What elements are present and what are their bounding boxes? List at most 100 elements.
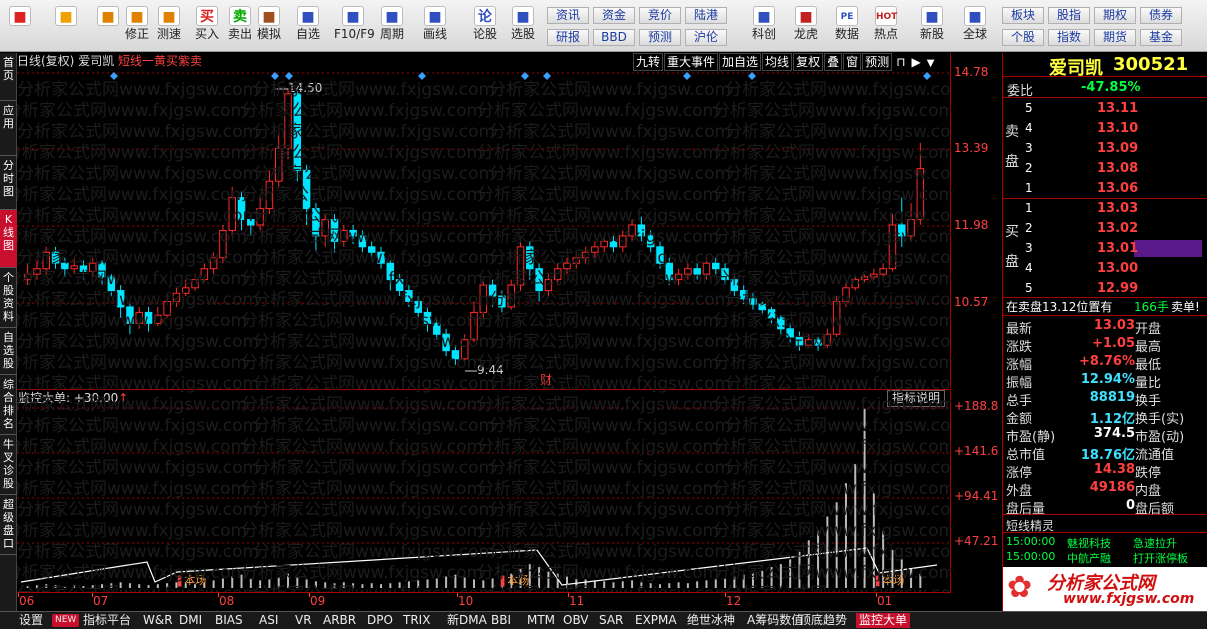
toolbar-button-15[interactable]: ■ 龙虎 (790, 4, 822, 48)
toolbar-button-18[interactable]: ■ 新股 (916, 4, 948, 48)
toolbar-button-10[interactable]: ■ 周期 (376, 4, 408, 48)
left-nav-item-1[interactable]: 应用 (0, 101, 17, 156)
indicator-tab-20[interactable]: 监控大单 (856, 613, 911, 628)
toolbar-button-6[interactable]: 卖卖出 (224, 4, 256, 48)
toolbar-button-19[interactable]: ■ 全球 (959, 4, 991, 48)
chart-tool-2[interactable]: 加自选 (719, 53, 762, 71)
candle (98, 260, 106, 286)
indicator-tab-11[interactable]: 新DMA (444, 613, 490, 628)
buy-price[interactable]: 12.99 (1097, 281, 1138, 296)
chart-tool-0[interactable]: 九转 (633, 53, 664, 71)
sell-price[interactable]: 13.11 (1097, 101, 1138, 116)
left-nav-item-7[interactable]: 牛叉诊股 (0, 435, 17, 495)
quick-button-陆港[interactable]: 陆港 (685, 7, 727, 24)
quick-button-预测[interactable]: 预测 (639, 29, 681, 46)
left-nav-item-2[interactable]: 分时图 (0, 156, 17, 210)
sub-indicator-chart[interactable]: 监控大单: +30.00↑ 指标说明 ❚本场 ❚本场 ❚本场 (17, 389, 951, 592)
candle (888, 214, 897, 272)
left-nav-item-4[interactable]: 个股资料 (0, 268, 17, 328)
indicator-tab-8[interactable]: ARBR (320, 613, 359, 628)
indicator-tab-2[interactable]: 指标平台 (80, 613, 134, 628)
quick-button-竞价[interactable]: 竞价 (639, 7, 681, 24)
indicator-tab-10[interactable]: TRIX (400, 613, 433, 628)
toolbar-button-9[interactable]: ■ F10/F9 (334, 4, 375, 48)
buy-price[interactable]: 13.00 (1097, 261, 1138, 276)
toolbar-button-3[interactable]: ■ 修正 (121, 4, 153, 48)
left-nav-item-6[interactable]: 综合排名 (0, 375, 17, 435)
indicator-tab-17[interactable]: 绝世冰神 (684, 613, 738, 628)
toolbar-button-16[interactable]: PE 数据 (831, 4, 863, 48)
elf-time: 15:00:00 (1006, 535, 1056, 548)
indicator-tab-1[interactable]: NEW (52, 614, 80, 627)
buy-price[interactable]: 13.03 (1097, 201, 1138, 216)
quick-button-债券[interactable]: 债券 (1140, 7, 1182, 24)
toolbar-button-7[interactable]: ■ 模拟 (253, 4, 285, 48)
candle (228, 186, 236, 236)
sell-price[interactable]: 13.09 (1097, 141, 1138, 156)
quick-button-期权[interactable]: 期权 (1094, 7, 1136, 24)
candle (70, 257, 78, 275)
sell-price[interactable]: 13.06 (1097, 181, 1138, 196)
chart-tool-3[interactable]: 均线 (762, 53, 793, 71)
indicator-tab-4[interactable]: DMI (176, 613, 205, 628)
event-diamond-icon (748, 72, 756, 80)
quick-button-指数[interactable]: 指数 (1048, 29, 1090, 46)
indicator-tab-6[interactable]: ASI (256, 613, 281, 628)
left-nav-item-8[interactable]: 超级盘口 (0, 495, 17, 555)
chart-tool-6[interactable]: 窗 (843, 53, 862, 71)
toolbar-button-12[interactable]: 论论股 (469, 4, 501, 48)
cai-marker[interactable]: 财 (540, 371, 552, 388)
quick-button-基金[interactable]: 基金 (1140, 29, 1182, 46)
elf-stock[interactable]: 魅视科技 (1067, 535, 1111, 551)
buy-price[interactable]: 13.01 (1097, 241, 1138, 256)
quick-button-研报[interactable]: 研报 (547, 29, 589, 46)
quick-button-资金[interactable]: 资金 (593, 7, 635, 24)
quick-button-期货[interactable]: 期货 (1094, 29, 1136, 46)
left-nav-item-3[interactable]: K线图 (0, 210, 17, 268)
toolbar-button-5[interactable]: 买买入 (191, 4, 223, 48)
indicator-tab-13[interactable]: MTM (524, 613, 558, 628)
indicator-tab-19[interactable]: 顶底趋势 (796, 613, 850, 628)
left-nav-item-5[interactable]: 自选股 (0, 328, 17, 375)
toolbar-button-17[interactable]: HOT 热点 (870, 4, 902, 48)
indicator-tab-12[interactable]: BBI (488, 613, 514, 628)
toolbar-button-13[interactable]: ■ 选股 (507, 4, 539, 48)
quick-button-BBD[interactable]: BBD (593, 29, 635, 46)
expand-icon[interactable]: ▶ (909, 55, 924, 69)
toolbar-button-1[interactable]: ■ (50, 4, 82, 48)
quick-button-资讯[interactable]: 资讯 (547, 7, 589, 24)
indicator-tab-14[interactable]: OBV (560, 613, 592, 628)
indicator-tab-16[interactable]: EXPMA (632, 613, 680, 628)
chart-period: 日线(复权) (17, 54, 75, 68)
buy-price[interactable]: 13.02 (1097, 221, 1138, 236)
toolbar-button-0[interactable]: ■ (4, 4, 36, 48)
toolbar-button-8[interactable]: ■ 自选 (292, 4, 324, 48)
indicator-tab-15[interactable]: SAR (596, 613, 626, 628)
toolbar-button-2[interactable]: ■ (92, 4, 124, 48)
quick-button-沪伦[interactable]: 沪伦 (685, 29, 727, 46)
lock-icon[interactable]: ⊓ (893, 55, 908, 69)
indicator-tab-7[interactable]: VR (292, 613, 315, 628)
chart-tool-1[interactable]: 重大事件 (664, 53, 719, 71)
chart-tool-5[interactable]: 叠 (824, 53, 843, 71)
quick-button-个股[interactable]: 个股 (1002, 29, 1044, 46)
indicator-help-button[interactable]: 指标说明 (887, 390, 945, 407)
indicator-tab-3[interactable]: W&R (140, 613, 176, 628)
dropdown-icon[interactable]: ▼ (924, 58, 938, 69)
toolbar-button-4[interactable]: ■ 测速 (153, 4, 185, 48)
elf-stock[interactable]: 中航产融 (1067, 550, 1111, 566)
toolbar-button-14[interactable]: ■ 科创 (748, 4, 780, 48)
chart-tool-4[interactable]: 复权 (793, 53, 824, 71)
kline-chart[interactable]: 日线(复权) 爱司凯 短线一黄买紫卖 九转 重大事件 加自选 均线 复权叠窗预测 ⊓ ▶ ▼ … (17, 53, 951, 388)
quick-button-板块[interactable]: 板块 (1002, 7, 1044, 24)
quick-button-股指[interactable]: 股指 (1048, 7, 1090, 24)
indicator-tab-9[interactable]: DPO (364, 613, 396, 628)
indicator-tab-0[interactable]: 设置 (16, 613, 46, 628)
indicator-tab-5[interactable]: BIAS (212, 613, 246, 628)
chart-tool-7[interactable]: 预测 (862, 53, 893, 71)
sell-price[interactable]: 13.08 (1097, 161, 1138, 176)
toolbar-button-11[interactable]: ■ 画线 (419, 4, 451, 48)
up-down-arrows-icon: ■ (97, 6, 119, 26)
sell-price[interactable]: 13.10 (1097, 121, 1138, 136)
left-nav-item-0[interactable]: 首页 (0, 53, 17, 101)
